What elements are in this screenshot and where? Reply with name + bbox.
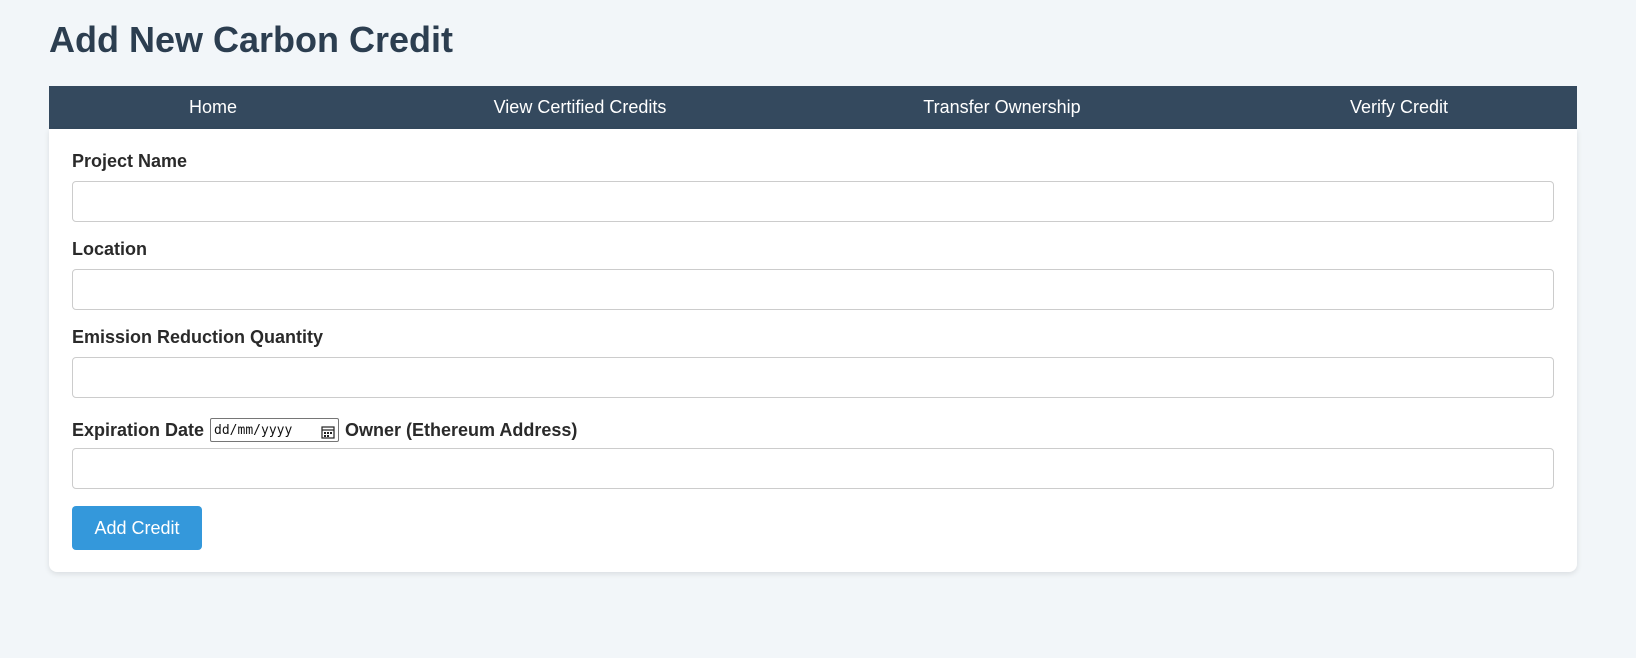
nav-verify-credit-link[interactable]: Verify Credit [1221, 86, 1577, 129]
emission-reduction-quantity-label: Emission Reduction Quantity [72, 327, 324, 347]
expiration-date-placeholder: dd/mm/yyyy [214, 422, 293, 438]
location-label: Location [72, 239, 147, 259]
owner-label: Owner (Ethereum Address) [345, 419, 578, 440]
main-navbar: Home View Certified Credits Transfer Own… [49, 86, 1577, 129]
nav-home-link[interactable]: Home [49, 86, 377, 129]
nav-view-certified-credits-link[interactable]: View Certified Credits [377, 86, 783, 129]
location-input[interactable] [72, 269, 1554, 310]
page-title: Add New Carbon Credit [49, 19, 454, 60]
project-name-input[interactable] [72, 181, 1554, 222]
expiration-date-input[interactable]: dd/mm/yyyy [210, 418, 340, 442]
add-credit-button[interactable]: Add Credit [72, 506, 202, 550]
project-name-label: Project Name [72, 151, 188, 171]
owner-address-input[interactable] [72, 448, 1554, 489]
add-credit-form: Project Name Location Emission Reduction… [49, 129, 1577, 572]
expiration-date-label: Expiration Date [72, 419, 205, 440]
nav-transfer-ownership-link[interactable]: Transfer Ownership [783, 86, 1221, 129]
expiration-owner-row: Expiration Date dd/mm/yyyy Owner (Ethere… [72, 417, 577, 443]
emission-reduction-quantity-input[interactable] [72, 357, 1554, 398]
calendar-icon[interactable] [321, 423, 335, 439]
